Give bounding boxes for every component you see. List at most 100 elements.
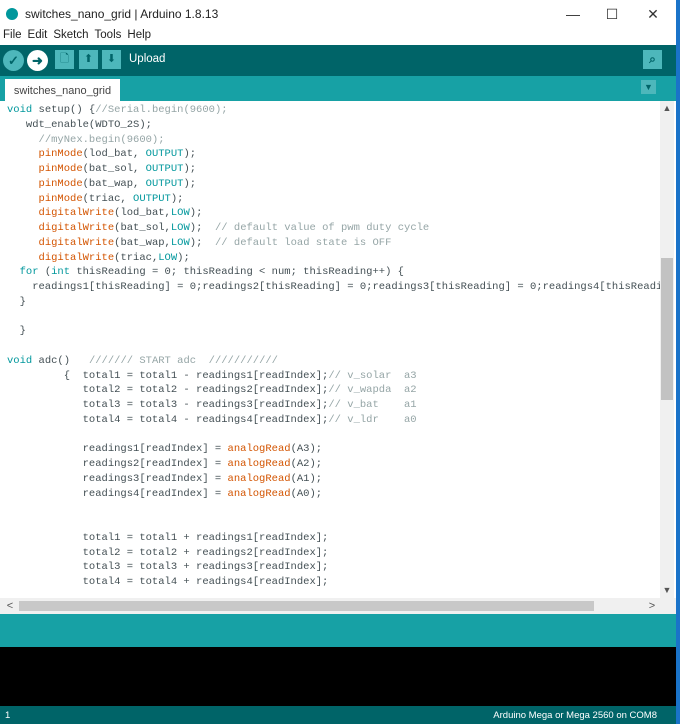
code-token: } xyxy=(7,295,26,308)
tab-switches-nano-grid[interactable]: switches_nano_grid xyxy=(5,79,120,101)
code-token: } xyxy=(7,325,26,338)
code-line[interactable]: void adc() /////// START adc /////////// xyxy=(7,354,660,369)
code-token: (bat_sol, xyxy=(114,222,171,234)
code-line[interactable]: pinMode(triac, OUTPUT); xyxy=(7,192,660,207)
menu-sketch[interactable]: Sketch xyxy=(50,28,91,45)
code-line[interactable]: total2 = total2 - readings2[readIndex];/… xyxy=(7,383,660,398)
code-token: ); xyxy=(183,177,197,190)
save-button[interactable]: ⬇ xyxy=(102,50,121,69)
code-comment: /////// START adc /////////// xyxy=(88,354,278,367)
menu-file[interactable]: File xyxy=(0,28,25,45)
code-token: wdt_enable(WDTO_2S); xyxy=(7,118,152,131)
maximize-button[interactable]: ☐ xyxy=(597,4,627,24)
code-line[interactable] xyxy=(7,501,660,516)
code-token: (A1); xyxy=(290,472,323,485)
code-line[interactable]: total2 = total2 + readings2[readIndex]; xyxy=(7,546,660,561)
code-comment: // v_bat a1 xyxy=(328,399,417,411)
code-line[interactable]: //myNex.begin(9600); xyxy=(7,133,660,148)
code-line[interactable]: readings2[readIndex] = analogRead(A2); xyxy=(7,457,660,472)
code-function: pinMode xyxy=(38,192,83,205)
code-token: total1 = total1 + readings1[readIndex]; xyxy=(7,531,329,544)
code-line[interactable]: } xyxy=(7,295,660,310)
code-token: readings1[readIndex] = xyxy=(7,443,228,456)
code-line[interactable]: for (int thisReading = 0; thisReading < … xyxy=(7,265,660,280)
code-line[interactable]: total4 = total4 + readings4[readIndex]; xyxy=(7,575,660,590)
code-line[interactable] xyxy=(7,516,660,531)
serial-monitor-button[interactable]: ⌕ xyxy=(643,50,662,69)
code-token: readings4[readIndex] = xyxy=(7,487,228,500)
horizontal-scroll-thumb[interactable] xyxy=(19,601,594,611)
vertical-scroll-thumb[interactable] xyxy=(661,258,673,400)
code-line[interactable]: readings1[readIndex] = analogRead(A3); xyxy=(7,442,660,457)
upload-button[interactable]: ➜ xyxy=(27,50,48,71)
code-text[interactable]: void setup() {//Serial.begin(9600); wdt_… xyxy=(7,103,660,590)
code-keyword: OUTPUT xyxy=(145,163,184,175)
code-line[interactable] xyxy=(7,310,660,325)
code-token: (lod_bat, xyxy=(82,148,146,161)
menu-help[interactable]: Help xyxy=(124,28,154,45)
scroll-left-icon[interactable]: < xyxy=(3,600,17,612)
code-token: ); xyxy=(189,236,215,249)
code-line[interactable]: readings1[thisReading] = 0;readings2[thi… xyxy=(7,280,660,295)
code-line[interactable]: readings3[readIndex] = analogRead(A1); xyxy=(7,472,660,487)
horizontal-scrollbar[interactable]: < > xyxy=(0,598,676,614)
code-keyword: void xyxy=(7,104,33,116)
verify-button[interactable]: ✓ xyxy=(3,50,24,71)
code-editor[interactable]: void setup() {//Serial.begin(9600); wdt_… xyxy=(0,101,660,598)
code-line[interactable]: pinMode(bat_sol, OUTPUT); xyxy=(7,162,660,177)
code-keyword: for xyxy=(19,266,39,279)
code-line[interactable]: digitalWrite(lod_bat,LOW); xyxy=(7,206,660,221)
code-line[interactable]: digitalWrite(bat_sol,LOW); // default va… xyxy=(7,221,660,236)
code-token: ); xyxy=(177,251,190,264)
menu-bar: File Edit Sketch Tools Help xyxy=(0,28,676,45)
code-function: digitalWrite xyxy=(38,207,115,220)
code-line[interactable]: pinMode(lod_bat, OUTPUT); xyxy=(7,147,660,162)
code-line[interactable]: digitalWrite(bat_wap,LOW); // default lo… xyxy=(7,236,660,251)
menu-tools[interactable]: Tools xyxy=(92,28,125,45)
open-button[interactable]: ⬆ xyxy=(79,50,98,69)
tab-bar: switches_nano_grid ▼ xyxy=(0,76,676,101)
code-function: pinMode xyxy=(38,177,83,190)
minimize-button[interactable]: — xyxy=(558,4,588,24)
code-token: total2 = total2 + readings2[readIndex]; xyxy=(7,546,329,559)
code-line[interactable]: wdt_enable(WDTO_2S); xyxy=(7,118,660,133)
code-keyword: LOW xyxy=(158,251,178,264)
code-line[interactable]: total3 = total3 + readings3[readIndex]; xyxy=(7,560,660,575)
close-button[interactable]: ✕ xyxy=(638,4,668,24)
code-line[interactable]: } xyxy=(7,324,660,339)
code-token: total4 = total4 + readings4[readIndex]; xyxy=(7,576,329,588)
code-token: ); xyxy=(189,222,215,234)
scroll-right-icon[interactable]: > xyxy=(645,600,659,612)
code-function: digitalWrite xyxy=(38,236,115,249)
code-line[interactable]: total4 = total4 - readings4[readIndex];/… xyxy=(7,413,660,428)
code-line[interactable]: readings4[readIndex] = analogRead(A0); xyxy=(7,487,660,502)
code-line[interactable]: void setup() {//Serial.begin(9600); xyxy=(7,103,660,118)
code-line[interactable]: pinMode(bat_wap, OUTPUT); xyxy=(7,177,660,192)
code-token: (A2); xyxy=(290,458,323,470)
console-output[interactable] xyxy=(0,647,676,706)
code-line[interactable]: total3 = total3 - readings3[readIndex];/… xyxy=(7,398,660,413)
new-sketch-button[interactable]: 🗋 xyxy=(55,50,74,69)
menu-edit[interactable]: Edit xyxy=(25,28,51,45)
code-token: (lod_bat, xyxy=(114,207,171,220)
code-line[interactable]: total1 = total1 + readings1[readIndex]; xyxy=(7,531,660,546)
toolbar: ✓ ➜ 🗋 ⬆ ⬇ Upload ⌕ xyxy=(0,45,676,76)
code-token: (A0); xyxy=(290,487,323,500)
code-function: pinMode xyxy=(38,163,83,175)
code-line[interactable]: { total1 = total1 - readings1[readIndex]… xyxy=(7,369,660,384)
code-token: ); xyxy=(183,163,197,175)
code-token: { total1 = total1 - readings1[readIndex]… xyxy=(7,369,329,382)
scroll-up-icon[interactable]: ▲ xyxy=(660,103,674,113)
scroll-down-icon[interactable]: ▼ xyxy=(660,585,674,595)
code-token: readings1[thisReading] = 0;readings2[thi… xyxy=(7,281,660,293)
code-line[interactable] xyxy=(7,339,660,354)
code-line[interactable] xyxy=(7,428,660,443)
code-keyword: OUTPUT xyxy=(133,192,171,205)
tab-menu-dropdown-icon[interactable]: ▼ xyxy=(641,80,656,94)
code-token: (bat_wap, xyxy=(82,177,146,190)
vertical-scrollbar[interactable]: ▲ ▼ xyxy=(660,101,674,598)
code-line[interactable]: digitalWrite(triac,LOW); xyxy=(7,251,660,266)
